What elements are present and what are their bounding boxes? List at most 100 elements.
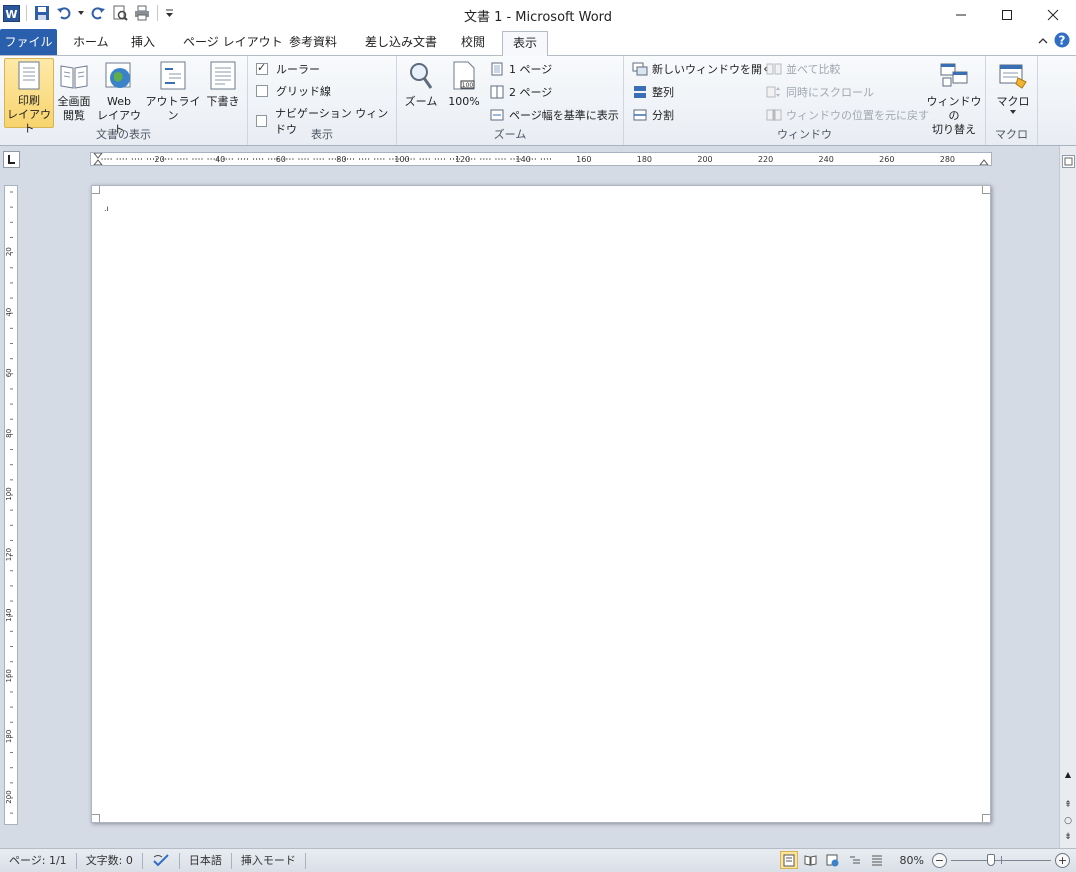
word-count[interactable]: 文字数: 0 <box>77 852 143 869</box>
ruler-label: 220 <box>758 155 773 164</box>
tab-view[interactable]: 表示 <box>502 31 549 58</box>
draft-button[interactable]: 下書き <box>204 58 242 109</box>
two-pages-button[interactable]: 2 ページ <box>489 84 552 100</box>
full-screen-reading-label: 全画面 閲覧 <box>57 95 91 122</box>
two-pages-icon <box>489 85 505 99</box>
tab-references[interactable]: 参考資料 <box>279 31 347 56</box>
print-layout-button[interactable]: 印刷 レイアウト <box>4 58 54 135</box>
crop-mark <box>92 186 100 194</box>
proofing-icon[interactable] <box>143 852 180 869</box>
language[interactable]: 日本語 <box>180 852 232 869</box>
arrange-all-button[interactable]: 整列 <box>632 84 674 100</box>
side-by-side-icon <box>766 62 782 76</box>
outline-button[interactable]: アウトライン <box>144 58 202 123</box>
zoom-slider-midmark <box>1001 856 1002 864</box>
group-label-macros: マクロ <box>995 128 1028 141</box>
globe-icon <box>103 60 135 92</box>
page-100-icon: 100 <box>448 60 480 92</box>
zoom-100-button[interactable]: 100 100% <box>445 58 483 109</box>
zoom-out-button[interactable]: − <box>932 852 947 868</box>
svg-text:100: 100 <box>462 82 474 89</box>
page-width-button[interactable]: ページ幅を基準に表示 <box>489 107 619 123</box>
ruler-label: 280 <box>940 155 955 164</box>
tab-mailings[interactable]: 差し込み文書 <box>355 31 447 56</box>
ruler-label: 100 <box>394 155 409 164</box>
draft-label: 下書き <box>206 95 240 108</box>
maximize-button[interactable] <box>984 0 1030 29</box>
horizontal-ruler[interactable]: 20 40 60 80 100 120 140 160 180 200 220 240 260 280 <box>90 152 992 166</box>
ruler-label: 200 <box>5 790 13 803</box>
group-window: 新しいウィンドウを開く 整列 分割 並べて比較 同時にスクロール ウィンドウの位… <box>624 56 986 145</box>
help-icon[interactable]: ? <box>1054 32 1070 51</box>
web-layout-view-icon[interactable] <box>824 851 842 869</box>
next-page-icon[interactable]: ⇟ <box>1060 830 1076 844</box>
zoom-label: ズーム <box>404 95 438 108</box>
tab-page-layout[interactable]: ページ レイアウト <box>173 31 293 56</box>
page-count[interactable]: ページ: 1/1 <box>0 852 77 869</box>
one-page-button[interactable]: 1 ページ <box>489 61 552 77</box>
window-title: 文書 1 - Microsoft Word <box>463 10 613 25</box>
arrange-all-icon <box>632 85 648 99</box>
ruler-label: 180 <box>5 730 13 743</box>
ruler-label: 160 <box>5 669 13 682</box>
tab-selector[interactable] <box>3 151 20 168</box>
ruler-label: 120 <box>455 155 470 164</box>
full-screen-view-icon[interactable] <box>802 851 820 869</box>
tab-insert[interactable]: 挿入 <box>121 31 165 56</box>
status-bar: ページ: 1/1 文字数: 0 日本語 挿入モード 80% − + <box>0 848 1076 872</box>
window-controls <box>938 0 1076 29</box>
outline-view-icon[interactable] <box>846 851 864 869</box>
zoom-slider[interactable] <box>951 852 1051 868</box>
tab-review[interactable]: 校閲 <box>451 31 495 56</box>
minimize-ribbon-icon[interactable] <box>1038 35 1048 49</box>
switch-windows-icon <box>938 60 970 92</box>
new-window-button[interactable]: 新しいウィンドウを開く <box>632 61 773 77</box>
one-page-icon <box>489 62 505 76</box>
ruler-label: 200 <box>697 155 712 164</box>
scroll-up-arrow[interactable]: ▲ <box>1060 770 1076 779</box>
document-page[interactable]: .ı <box>91 185 991 823</box>
arrange-all-label: 整列 <box>652 86 674 99</box>
outline-label: アウトライン <box>145 95 201 122</box>
ruler-checkbox[interactable]: ルーラー <box>256 61 320 77</box>
zoom-in-button[interactable]: + <box>1055 852 1070 868</box>
zoom-level[interactable]: 80% <box>900 854 928 867</box>
tab-file[interactable]: ファイル <box>0 29 57 55</box>
macros-button[interactable]: マクロ <box>994 58 1032 115</box>
browse-object-icon[interactable]: ○ <box>1060 814 1076 828</box>
gridlines-checkbox-box[interactable] <box>256 85 268 97</box>
split-icon <box>632 108 648 122</box>
tab-home[interactable]: ホーム <box>63 31 119 56</box>
vertical-ruler[interactable]: 20 40 60 80 100 120 140 160 180 200 <box>4 185 18 825</box>
group-zoom: ズーム 100 100% 1 ページ 2 ページ ページ幅を基準に表示 ズーム <box>397 56 624 145</box>
zoom-slider-thumb[interactable] <box>987 854 995 866</box>
indent-marker[interactable] <box>92 152 104 166</box>
vertical-ruler-ticks: 20 40 60 80 100 120 140 160 180 200 <box>5 191 13 814</box>
insert-mode[interactable]: 挿入モード <box>232 852 306 869</box>
print-layout-icon <box>13 61 45 91</box>
print-layout-view-icon[interactable] <box>779 851 798 869</box>
synchronous-scrolling-button[interactable]: 同時にスクロール <box>766 84 874 100</box>
ruler-label: 40 <box>215 155 225 164</box>
ruler-label: 20 <box>5 247 13 256</box>
vertical-scrollbar[interactable]: ▲ ⇞ ○ ⇟ <box>1059 146 1076 848</box>
split-button[interactable]: 分割 <box>632 107 674 123</box>
reset-position-label: ウィンドウの位置を元に戻す <box>786 109 929 122</box>
draft-view-icon[interactable] <box>868 851 886 869</box>
status-right: 80% − + <box>779 851 1070 869</box>
text-cursor[interactable]: .ı <box>104 204 109 213</box>
close-button[interactable] <box>1030 0 1076 29</box>
previous-page-icon[interactable]: ⇞ <box>1060 798 1076 812</box>
reset-window-position-button[interactable]: ウィンドウの位置を元に戻す <box>766 107 929 123</box>
right-indent-marker[interactable] <box>978 159 990 166</box>
minimize-button[interactable] <box>938 0 984 29</box>
ruler-label: 60 <box>5 368 13 377</box>
ribbon-right-controls: ? <box>1038 32 1070 51</box>
ruler-checkbox-box[interactable] <box>256 61 268 75</box>
view-side-by-side-button[interactable]: 並べて比較 <box>766 61 841 77</box>
gridlines-checkbox[interactable]: グリッド線 <box>256 83 331 99</box>
full-screen-reading-button[interactable]: 全画面 閲覧 <box>53 58 95 123</box>
ruler-toggle-icon[interactable] <box>1061 154 1076 168</box>
ruler-label: 180 <box>637 155 652 164</box>
zoom-button[interactable]: ズーム <box>403 58 439 109</box>
